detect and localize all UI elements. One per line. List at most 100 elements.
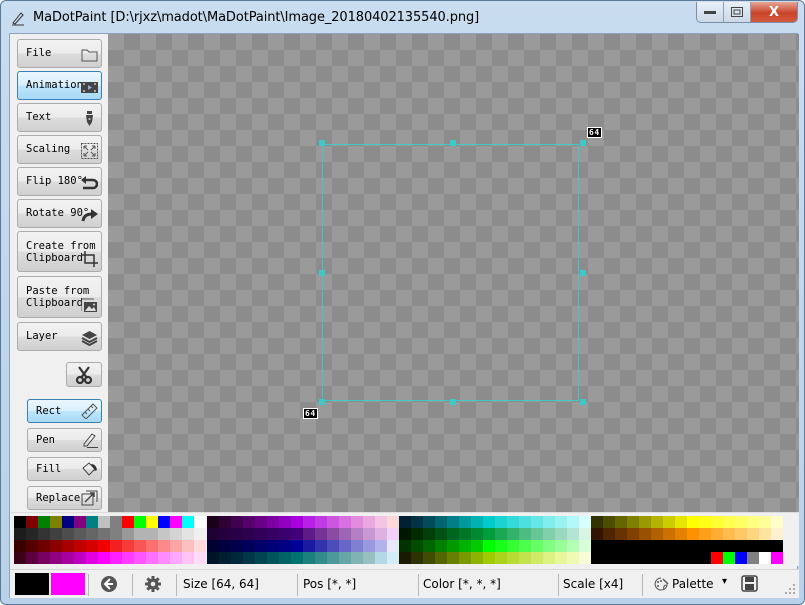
palette-color-cell[interactable] [771, 552, 783, 564]
close-button[interactable]: X [751, 2, 797, 22]
palette-color-cell[interactable] [38, 540, 50, 552]
palette-color-cell[interactable] [291, 516, 303, 528]
palette-color-cell[interactable] [555, 528, 567, 540]
palette-color-cell[interactable] [447, 516, 459, 528]
palette-color-cell[interactable] [447, 552, 459, 564]
palette-color-cell[interactable] [339, 528, 351, 540]
palette-color-cell[interactable] [255, 516, 267, 528]
palette-color-cell[interactable] [747, 516, 759, 528]
palette-color-cell[interactable] [363, 516, 375, 528]
palette-color-cell[interactable] [315, 552, 327, 564]
palette-color-cell[interactable] [170, 540, 182, 552]
palette-color-cell[interactable] [483, 552, 495, 564]
palette-color-cell[interactable] [459, 528, 471, 540]
layer-button[interactable]: Layer [17, 322, 102, 351]
palette-color-cell[interactable] [182, 516, 194, 528]
palette-color-cell[interactable] [603, 516, 615, 528]
palette-color-cell[interactable] [399, 540, 411, 552]
palette-color-cell[interactable] [507, 528, 519, 540]
palette-color-cell[interactable] [363, 540, 375, 552]
palette-color-cell[interactable] [495, 528, 507, 540]
palette-color-cell[interactable] [26, 516, 38, 528]
palette-color-cell[interactable] [14, 516, 26, 528]
palette-color-cell[interactable] [591, 552, 603, 564]
palette-color-cell[interactable] [507, 540, 519, 552]
palette-color-cell[interactable] [170, 528, 182, 540]
palette-color-cell[interactable] [495, 540, 507, 552]
palette-color-cell[interactable] [243, 528, 255, 540]
palette-color-cell[interactable] [339, 552, 351, 564]
palette-color-cell[interactable] [207, 528, 219, 540]
palette-color-cell[interactable] [459, 552, 471, 564]
pen-tool-button[interactable]: Pen [27, 428, 102, 452]
selection-rectangle[interactable] [322, 144, 579, 401]
palette-color-cell[interactable] [255, 528, 267, 540]
palette-color-cell[interactable] [38, 528, 50, 540]
palette-color-cell[interactable] [50, 540, 62, 552]
palette-color-cell[interactable] [459, 516, 471, 528]
palette-color-cell[interactable] [158, 540, 170, 552]
palette-color-cell[interactable] [435, 528, 447, 540]
palette-color-cell[interactable] [567, 528, 579, 540]
palette-color-cell[interactable] [639, 552, 651, 564]
palette-color-cell[interactable] [303, 516, 315, 528]
palette-color-cell[interactable] [399, 552, 411, 564]
palette-color-cell[interactable] [483, 528, 495, 540]
resize-handle-top-right[interactable] [580, 140, 586, 146]
palette-color-cell[interactable] [207, 552, 219, 564]
text-button[interactable]: Text [17, 103, 102, 132]
palette-color-cell[interactable] [122, 528, 134, 540]
palette-color-cell[interactable] [447, 540, 459, 552]
palette-color-cell[interactable] [771, 516, 783, 528]
palette-color-cell[interactable] [711, 540, 723, 552]
palette-color-cell[interactable] [74, 516, 86, 528]
palette-color-cell[interactable] [735, 528, 747, 540]
palette-color-cell[interactable] [315, 540, 327, 552]
palette-color-cell[interactable] [279, 528, 291, 540]
palette-color-cell[interactable] [62, 540, 74, 552]
palette-color-cell[interactable] [74, 552, 86, 564]
palette-color-cell[interactable] [98, 528, 110, 540]
palette-color-cell[interactable] [26, 540, 38, 552]
palette-color-cell[interactable] [86, 516, 98, 528]
palette-color-cell[interactable] [50, 528, 62, 540]
palette-color-cell[interactable] [627, 516, 639, 528]
palette-color-cell[interactable] [231, 516, 243, 528]
palette-color-cell[interactable] [759, 552, 771, 564]
palette-color-cell[interactable] [579, 552, 591, 564]
palette-color-cell[interactable] [759, 528, 771, 540]
palette-color-cell[interactable] [14, 552, 26, 564]
palette-color-cell[interactable] [219, 516, 231, 528]
palette-color-cell[interactable] [351, 528, 363, 540]
palette-color-cell[interactable] [519, 528, 531, 540]
palette-color-cell[interactable] [567, 540, 579, 552]
palette-color-cell[interactable] [723, 552, 735, 564]
palette-color-cell[interactable] [651, 540, 663, 552]
palette-color-cell[interactable] [182, 540, 194, 552]
palette-color-cell[interactable] [747, 552, 759, 564]
palette-color-cell[interactable] [423, 552, 435, 564]
palette-color-cell[interactable] [423, 540, 435, 552]
paste-from-clipboard-button[interactable]: Paste from Clipboard [17, 276, 102, 318]
palette-color-cell[interactable] [675, 552, 687, 564]
palette-color-cell[interactable] [423, 516, 435, 528]
minimize-button[interactable] [697, 2, 724, 22]
create-from-clipboard-button[interactable]: Create from Clipboard [17, 231, 102, 272]
fill-tool-button[interactable]: Fill [27, 457, 102, 481]
palette-color-cell[interactable] [723, 540, 735, 552]
palette-color-cell[interactable] [255, 552, 267, 564]
palette-color-cell[interactable] [687, 528, 699, 540]
palette-color-cell[interactable] [411, 516, 423, 528]
palette-color-cell[interactable] [158, 528, 170, 540]
palette-color-cell[interactable] [207, 516, 219, 528]
palette-color-cell[interactable] [339, 540, 351, 552]
palette-color-cell[interactable] [38, 552, 50, 564]
palette-color-cell[interactable] [603, 528, 615, 540]
palette-color-cell[interactable] [531, 552, 543, 564]
palette-color-cell[interactable] [146, 516, 158, 528]
palette-color-cell[interactable] [387, 540, 399, 552]
palette-color-cell[interactable] [759, 516, 771, 528]
palette-color-cell[interactable] [146, 528, 158, 540]
palette-color-cell[interactable] [603, 552, 615, 564]
palette-color-cell[interactable] [723, 516, 735, 528]
